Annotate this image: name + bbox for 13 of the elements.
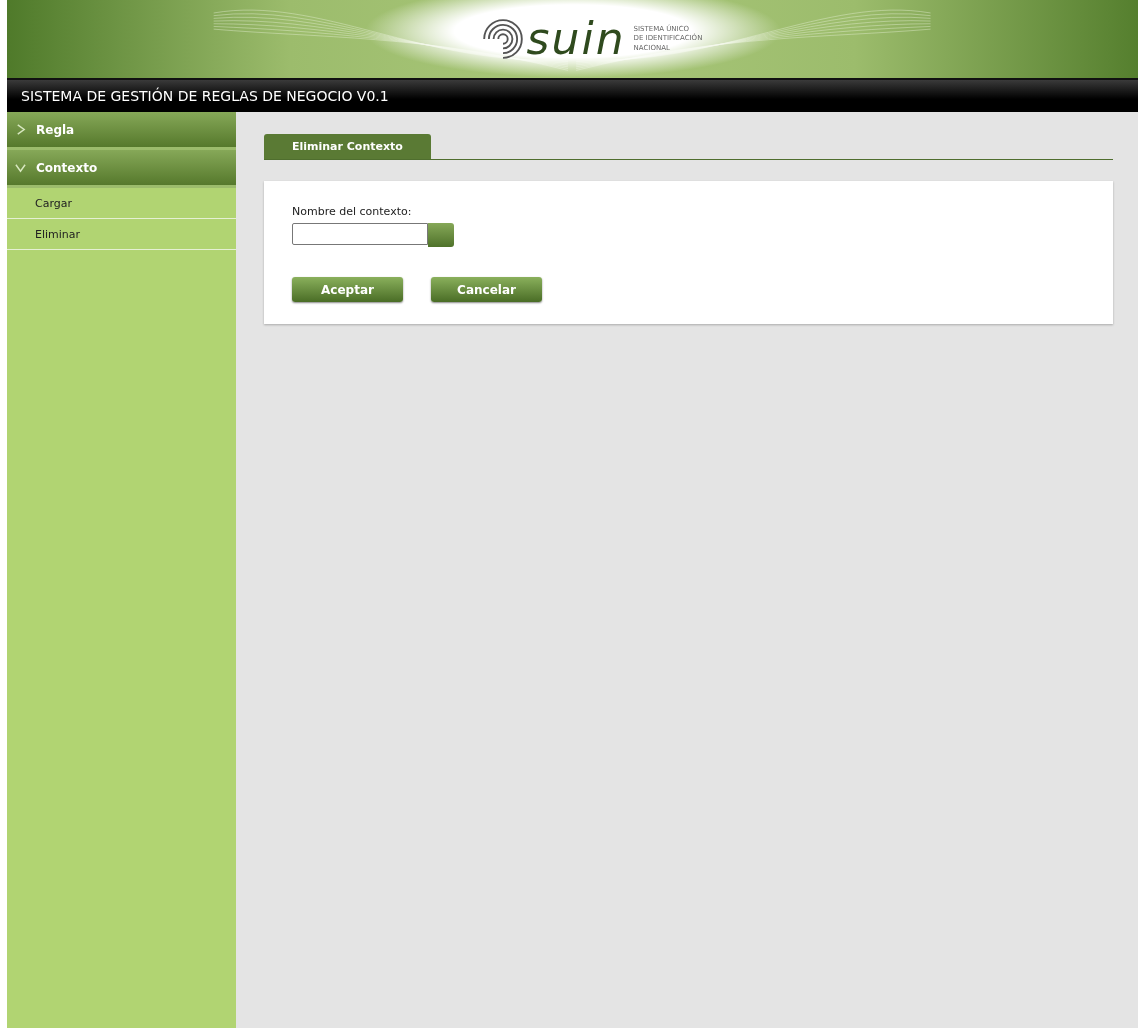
chevron-right-icon	[15, 124, 26, 135]
chevron-down-icon	[15, 162, 26, 173]
field-label: Nombre del contexto:	[292, 205, 412, 218]
sidebar-section[interactable]: Regla	[7, 112, 236, 150]
fingerprint-icon	[482, 19, 523, 59]
sidebar-section[interactable]: Contexto	[7, 150, 236, 188]
form-button[interactable]: Aceptar	[292, 277, 403, 302]
input-field[interactable]	[292, 223, 428, 245]
logo-text: suin	[526, 17, 626, 61]
tab[interactable]: Eliminar Contexto	[264, 134, 431, 159]
field-button[interactable]	[428, 223, 454, 247]
form-button[interactable]: Cancelar	[431, 277, 542, 302]
app-title: SISTEMA DE GESTIÓN DE REGLAS DE NEGOCIO V0.1	[21, 88, 389, 104]
